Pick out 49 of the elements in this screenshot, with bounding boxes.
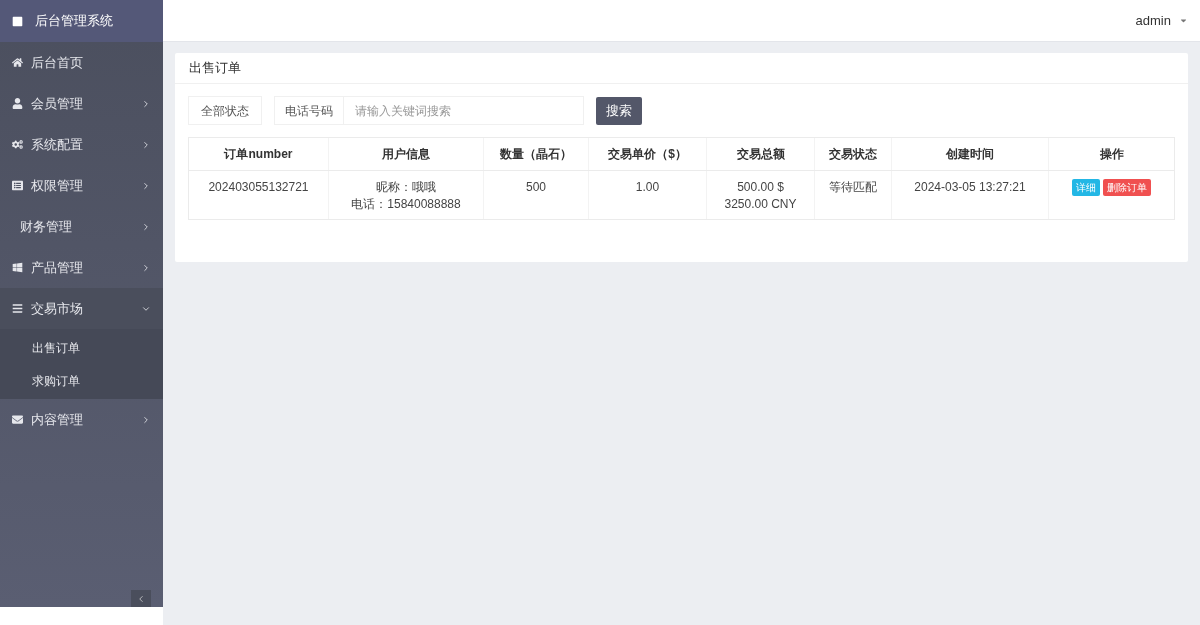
table-cell: 500.00 $ 3250.00 CNY (724, 179, 797, 213)
sidebar-item[interactable]: 会员管理 (0, 83, 163, 124)
column-header: 操作 (1099, 146, 1124, 163)
column-header: 交易单价（$） (608, 146, 687, 163)
column-header: 数量（晶石） (500, 146, 572, 163)
table-cell: 202403055132721 (208, 179, 309, 196)
envelope-icon (12, 414, 23, 425)
sidebar-item[interactable]: 内容管理 (0, 399, 163, 440)
table-cell: 2024-03-05 13:27:21 (914, 179, 1026, 196)
sidebar-item[interactable]: 权限管理 (0, 165, 163, 206)
user-menu[interactable]: admin (1135, 10, 1188, 31)
chevron-right-icon (141, 98, 151, 109)
sidebar-item[interactable]: 交易市场 (0, 288, 163, 329)
user-icon (12, 98, 23, 109)
brand-title: 后台管理系统 (35, 12, 113, 31)
chevron-right-icon (141, 262, 151, 273)
home-icon (12, 57, 23, 68)
gears-icon (12, 139, 23, 150)
caret-icon (1179, 16, 1188, 25)
chevron-left-icon (136, 593, 146, 604)
chevron-right-icon (141, 139, 151, 150)
column-header: 交易总额 (736, 146, 785, 163)
submenu-item[interactable]: 出售订单 (0, 331, 163, 364)
table-cell: 500 (526, 179, 546, 196)
panel-title: 出售订单 (175, 53, 1188, 84)
submenu-item[interactable]: 求购订单 (0, 364, 163, 397)
table-cell: 等待匹配 (829, 179, 877, 196)
chevron-right-icon (141, 180, 151, 191)
search-button[interactable]: 搜索 (596, 96, 642, 125)
delete-button[interactable]: 删除订单 (1103, 179, 1151, 196)
menu-icon (12, 303, 23, 314)
table-cell: 1.00 (635, 179, 660, 196)
field-label: 电话号码 (274, 96, 344, 125)
column-header: 创建时间 (946, 146, 994, 163)
table-cell: 昵称：哦哦 电话：15840088888 (351, 179, 461, 213)
column-header: 交易状态 (829, 146, 877, 163)
sidebar-item[interactable]: 系统配置 (0, 124, 163, 165)
search-field[interactable]: 请输入关键词搜索 (344, 96, 584, 125)
collapse-button[interactable] (131, 590, 151, 607)
chevron-right-icon (141, 414, 151, 425)
sidebar-item[interactable]: 财务管理 (0, 206, 163, 247)
sidebar-item[interactable]: 后台首页 (0, 42, 163, 83)
windows-icon (12, 262, 23, 273)
list-icon (12, 180, 23, 191)
column-header: 用户信息 (382, 146, 430, 163)
status-dropdown[interactable]: 全部状态 (188, 96, 262, 125)
chevron-right-icon (141, 221, 151, 232)
sidebar-item[interactable]: 产品管理 (0, 247, 163, 288)
column-header: 订单number (224, 146, 293, 163)
